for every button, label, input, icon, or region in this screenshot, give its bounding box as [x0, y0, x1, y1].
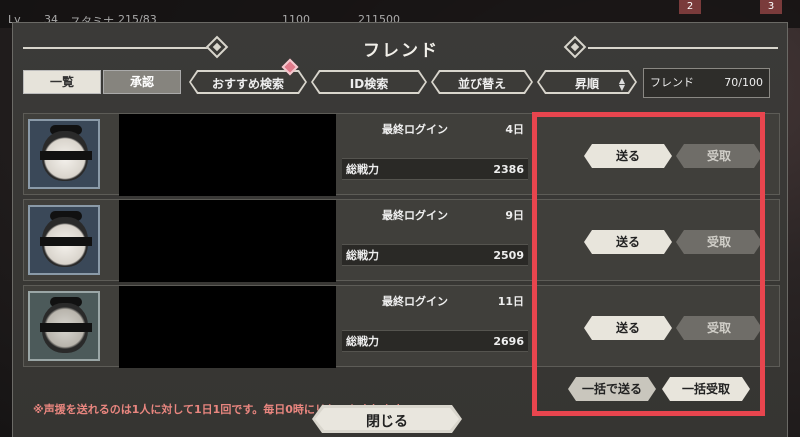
last-login: 最終ログイン 9日	[342, 205, 528, 227]
last-login-label: 最終ログイン	[382, 209, 448, 222]
order-label: 昇順	[574, 77, 599, 91]
total-power: 総戦力 2509	[342, 244, 528, 266]
recommend-search-label: おすすめ検索	[191, 72, 305, 92]
total-power: 総戦力 2386	[342, 158, 528, 180]
total-power-label: 総戦力	[346, 163, 379, 176]
avatar[interactable]	[28, 119, 100, 189]
total-power-label: 総戦力	[346, 335, 379, 348]
total-power-value: 2696	[493, 335, 524, 348]
sort-arrows-icon: ▲ ▼	[618, 76, 625, 92]
sort-label: 並び替え	[433, 72, 531, 92]
avatar-blindfold	[40, 237, 92, 246]
total-power: 総戦力 2696	[342, 330, 528, 352]
order-toggle[interactable]: 昇順 ▲ ▼	[537, 70, 637, 94]
highlight-box	[532, 112, 765, 416]
total-power-value: 2509	[493, 249, 524, 262]
friend-count-value: 70/100	[724, 76, 763, 89]
friend-count-label: フレンド	[650, 76, 694, 89]
tab-list[interactable]: 一覧	[23, 70, 101, 94]
notification-badge[interactable]: 2	[679, 0, 701, 14]
tab-approve[interactable]: 承認	[103, 70, 181, 94]
friend-count-box: フレンド 70/100	[643, 68, 770, 98]
avatar-blindfold	[40, 323, 92, 332]
last-login-label: 最終ログイン	[382, 295, 448, 308]
close-button[interactable]: 閉じる	[312, 405, 462, 433]
redacted-name	[119, 286, 336, 368]
last-login: 最終ログイン 4日	[342, 119, 528, 141]
avatar[interactable]	[28, 205, 100, 275]
redacted-name	[119, 200, 336, 282]
avatar-blindfold	[40, 151, 92, 160]
last-login-value: 4日	[505, 123, 524, 136]
redacted-name	[119, 114, 336, 196]
total-power-label: 総戦力	[346, 249, 379, 262]
menu-badge[interactable]: 3	[760, 0, 782, 14]
id-search-label: ID検索	[313, 72, 425, 92]
avatar[interactable]	[28, 291, 100, 361]
close-button-label: 閉じる	[315, 408, 459, 430]
sort-button[interactable]: 並び替え	[431, 70, 533, 94]
last-login-value: 9日	[505, 209, 524, 222]
last-login-value: 11日	[497, 295, 524, 308]
total-power-value: 2386	[493, 163, 524, 176]
order-inner: 昇順 ▲ ▼	[539, 72, 635, 92]
title-divider-right	[588, 47, 778, 49]
id-search-button[interactable]: ID検索	[311, 70, 427, 94]
title-bar: フレンド	[13, 33, 789, 61]
last-login: 最終ログイン 11日	[342, 291, 528, 313]
last-login-label: 最終ログイン	[382, 123, 448, 136]
